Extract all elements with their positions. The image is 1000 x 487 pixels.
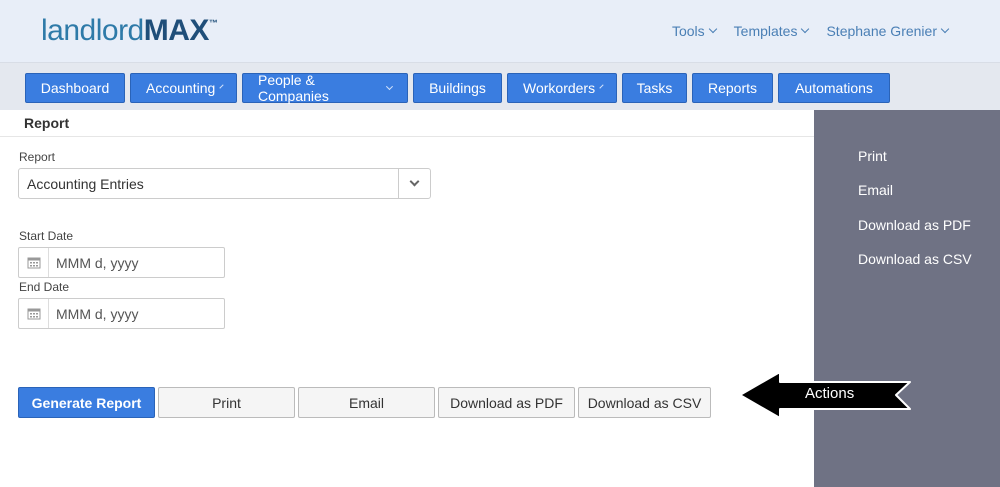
- nav-dashboard-button[interactable]: Dashboard: [25, 73, 125, 103]
- start-date-input[interactable]: [50, 248, 222, 277]
- nav-people-companies-label: People & Companies: [258, 72, 329, 104]
- nav-accounting-label: Accounting: [146, 80, 216, 96]
- end-date-input[interactable]: [50, 299, 222, 328]
- logo-light-text: landlord: [41, 14, 144, 47]
- download-csv-button[interactable]: Download as CSV: [578, 387, 711, 418]
- nav-automations-label: Automations: [795, 80, 873, 96]
- nav-buildings-label: Buildings: [429, 80, 486, 96]
- start-date-field[interactable]: [18, 247, 225, 278]
- select-toggle[interactable]: [398, 169, 430, 198]
- nav-dashboard-label: Dashboard: [40, 80, 110, 96]
- app-logo[interactable]: landlordMAX™: [41, 14, 218, 48]
- logo-bold-text: MAX: [143, 14, 210, 47]
- topnav-user-label: Stephane Grenier: [826, 23, 937, 39]
- download-pdf-button[interactable]: Download as PDF: [438, 387, 575, 418]
- nav-tasks-button[interactable]: Tasks: [622, 73, 687, 103]
- section-divider: [0, 136, 814, 137]
- end-date-label: End Date: [19, 280, 70, 294]
- nav-workorders-label: Workorders: [523, 80, 596, 96]
- chevron-down-icon: [409, 176, 420, 187]
- end-date-field[interactable]: [18, 298, 225, 329]
- nav-buildings-button[interactable]: Buildings: [413, 73, 502, 103]
- topnav-templates-label: Templates: [733, 23, 798, 39]
- chevron-down-icon: [708, 24, 717, 34]
- topnav-tools-label: Tools: [671, 23, 705, 39]
- nav-tasks-label: Tasks: [636, 80, 673, 96]
- nav-reports-label: Reports: [707, 80, 758, 96]
- chevron-down-icon: [599, 83, 604, 89]
- report-select-label: Report: [19, 150, 56, 164]
- main-navbar: Dashboard Accounting People & Companies …: [0, 62, 1000, 110]
- nav-automations-button[interactable]: Automations: [778, 73, 890, 103]
- nav-workorders-button[interactable]: Workorders: [507, 73, 617, 103]
- trademark-mark: ™: [208, 18, 218, 28]
- sidebar-download-pdf-link[interactable]: Download as PDF: [858, 217, 971, 233]
- print-button[interactable]: Print: [158, 387, 295, 418]
- sidebar-email-link[interactable]: Email: [858, 182, 893, 198]
- app-header: landlordMAX™ Tools Templates Stephane Gr…: [0, 0, 1000, 62]
- report-select-value: Accounting Entries: [27, 176, 144, 192]
- topnav-templates[interactable]: Templates: [733, 23, 810, 39]
- topnav-tools[interactable]: Tools: [671, 23, 717, 39]
- calendar-icon[interactable]: [19, 248, 49, 277]
- calendar-icon[interactable]: [19, 299, 49, 328]
- actions-sidebar: Print Email Download as PDF Download as …: [814, 110, 1000, 487]
- nav-accounting-button[interactable]: Accounting: [130, 73, 237, 103]
- top-nav: Tools Templates Stephane Grenier: [671, 23, 950, 39]
- sidebar-download-csv-link[interactable]: Download as CSV: [858, 251, 972, 267]
- generate-report-button[interactable]: Generate Report: [18, 387, 155, 418]
- page-title: Report: [24, 115, 70, 131]
- report-type-select[interactable]: Accounting Entries: [18, 168, 431, 199]
- chevron-down-icon: [386, 82, 394, 90]
- email-button[interactable]: Email: [298, 387, 435, 418]
- chevron-down-icon: [940, 24, 950, 34]
- topnav-user-menu[interactable]: Stephane Grenier: [826, 23, 950, 39]
- chevron-down-icon: [219, 83, 224, 89]
- start-date-label: Start Date: [19, 229, 74, 243]
- nav-people-companies-button[interactable]: People & Companies: [242, 72, 408, 104]
- callout-label: Actions: [805, 385, 855, 402]
- sidebar-print-link[interactable]: Print: [858, 148, 887, 164]
- nav-reports-button[interactable]: Reports: [692, 73, 773, 103]
- chevron-down-icon: [801, 24, 810, 34]
